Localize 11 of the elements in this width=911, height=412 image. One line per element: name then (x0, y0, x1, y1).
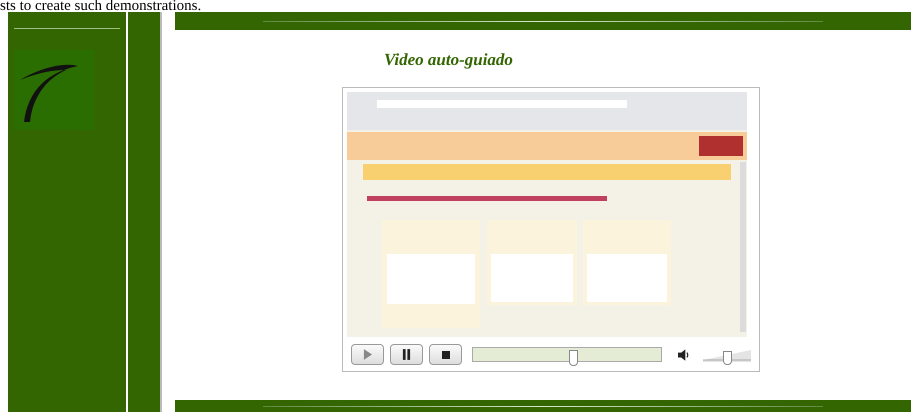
pause-button[interactable] (390, 344, 423, 365)
video-heading: Video auto-guiado (384, 50, 514, 70)
stop-icon (442, 350, 450, 358)
play-button[interactable] (351, 344, 384, 365)
stop-button[interactable] (429, 344, 462, 365)
logo-icon (14, 50, 94, 130)
volume-handle[interactable] (723, 350, 732, 364)
pause-icon (402, 349, 411, 360)
play-icon (363, 349, 372, 360)
speaker-icon[interactable] (678, 348, 691, 360)
seek-handle[interactable] (568, 350, 578, 366)
